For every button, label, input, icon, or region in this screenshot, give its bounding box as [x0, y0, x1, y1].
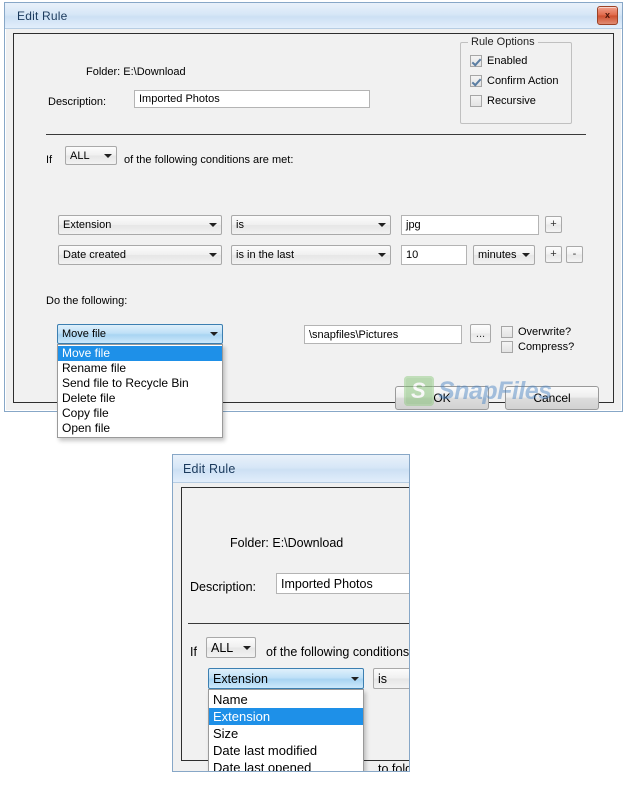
description-label: Description: — [48, 96, 107, 108]
detail-operator-value: is — [378, 671, 388, 686]
checkbox-overwrite-box — [501, 326, 513, 338]
action-option-send-to-recycle-bin[interactable]: Send file to Recycle Bin — [58, 376, 222, 391]
folder-label: Folder: E:\Download — [86, 66, 186, 78]
checkbox-confirm-action-box — [470, 75, 482, 87]
condition-1-operator-value: is — [236, 219, 244, 231]
condition-1-field-combobox[interactable]: Extension — [58, 215, 222, 235]
ok-button[interactable]: OK — [395, 386, 489, 410]
detail-description-input[interactable]: Imported Photos — [276, 573, 409, 594]
action-option-delete-file[interactable]: Delete file — [58, 391, 222, 406]
checkbox-recursive[interactable]: Recursive — [470, 95, 536, 107]
detail-to-folder-label: to folde — [378, 762, 409, 772]
checkbox-recursive-box — [470, 95, 482, 107]
checkbox-confirm-action[interactable]: Confirm Action — [470, 75, 559, 87]
section-separator — [46, 134, 586, 135]
detail-description-input-value: Imported Photos — [281, 576, 373, 591]
detail-if-label: If — [190, 645, 197, 659]
chevron-down-icon — [522, 253, 530, 257]
cancel-button[interactable]: Cancel — [505, 386, 599, 410]
checkbox-enabled-box — [470, 55, 482, 67]
condition-2-field-combobox[interactable]: Date created — [58, 245, 222, 265]
main-titlebar[interactable]: Edit Rule x — [5, 3, 622, 29]
match-type-value: ALL — [70, 149, 90, 162]
detail-field-option-size[interactable]: Size — [209, 725, 363, 742]
condition-2-value: 10 — [406, 249, 419, 261]
action-combobox-value: Move file — [62, 328, 107, 340]
checkbox-compress-label: Compress? — [518, 341, 575, 353]
condition-2-value-input[interactable]: 10 — [401, 245, 467, 265]
detail-match-type-value: ALL — [211, 640, 234, 655]
chevron-down-icon — [378, 223, 386, 227]
condition-2-add-button[interactable]: + — [545, 246, 562, 263]
chevron-down-icon — [209, 223, 217, 227]
detail-field-option-date-last-modified[interactable]: Date last modified — [209, 742, 363, 759]
condition-1-value-input[interactable]: jpg — [401, 215, 539, 235]
action-dropdown-list[interactable]: Move file Rename file Send file to Recyc… — [57, 344, 223, 438]
condition-2-unit-value: minutes — [478, 249, 517, 261]
rule-options-legend: Rule Options — [468, 36, 538, 48]
checkbox-compress-box — [501, 341, 513, 353]
close-icon-glyph: x — [604, 10, 610, 20]
detail-titlebar[interactable]: Edit Rule — [173, 455, 409, 483]
detail-client-area: Folder: E:\Download Description: Importe… — [181, 487, 410, 771]
detail-field-option-extension[interactable]: Extension — [209, 708, 363, 725]
edit-rule-dialog: Edit Rule x Folder: E:\Download Descript… — [4, 2, 623, 438]
chevron-down-icon — [351, 676, 359, 681]
checkbox-confirm-action-label: Confirm Action — [487, 75, 559, 87]
detail-conditions-suffix-label: of the following conditions are — [266, 645, 410, 659]
chevron-down-icon — [243, 645, 251, 650]
action-option-move-file[interactable]: Move file — [58, 346, 222, 361]
detail-field-dropdown-list[interactable]: Name Extension Size Date last modified D… — [208, 689, 364, 771]
detail-window-title: Edit Rule — [183, 461, 236, 476]
condition-2-remove-button[interactable]: - — [566, 246, 583, 263]
edit-rule-dialog-detail: Edit Rule Folder: E:\Download Descriptio… — [172, 454, 410, 772]
condition-1-operator-combobox[interactable]: is — [231, 215, 391, 235]
chevron-down-icon — [210, 332, 218, 336]
description-input-value: Imported Photos — [139, 93, 220, 105]
detail-field-option-date-last-opened[interactable]: Date last opened — [209, 759, 363, 771]
action-option-rename-file[interactable]: Rename file — [58, 361, 222, 376]
main-window-title: Edit Rule — [17, 8, 68, 23]
chevron-down-icon — [104, 153, 112, 158]
checkbox-enabled[interactable]: Enabled — [470, 55, 527, 67]
condition-2-field-value: Date created — [63, 249, 126, 261]
close-icon[interactable]: x — [597, 6, 618, 25]
action-combobox[interactable]: Move file — [57, 324, 223, 344]
chevron-down-icon — [378, 253, 386, 257]
action-option-copy-file[interactable]: Copy file — [58, 406, 222, 421]
target-path-input[interactable]: \snapfiles\Pictures — [304, 325, 462, 344]
description-input[interactable]: Imported Photos — [134, 90, 370, 108]
if-label: If — [46, 154, 53, 166]
detail-field-combobox[interactable]: Extension — [208, 668, 364, 689]
match-type-combobox[interactable]: ALL — [65, 146, 117, 165]
detail-match-type-combobox[interactable]: ALL — [206, 637, 256, 658]
condition-1-field-value: Extension — [63, 219, 112, 231]
checkbox-recursive-label: Recursive — [487, 95, 536, 107]
condition-1-value: jpg — [406, 219, 421, 231]
detail-operator-combobox[interactable]: is — [373, 668, 409, 689]
detail-folder-label: Folder: E:\Download — [230, 536, 344, 550]
checkbox-overwrite[interactable]: Overwrite? — [501, 326, 571, 338]
action-option-open-file[interactable]: Open file — [58, 421, 222, 436]
checkbox-enabled-label: Enabled — [487, 55, 528, 67]
target-path-value: \snapfiles\Pictures — [309, 328, 399, 341]
condition-2-operator-combobox[interactable]: is in the last — [231, 245, 391, 265]
condition-1-add-button[interactable]: + — [545, 216, 562, 233]
chevron-down-icon — [209, 253, 217, 257]
detail-field-combobox-value: Extension — [213, 671, 268, 686]
condition-2-unit-combobox[interactable]: minutes — [473, 245, 535, 265]
rule-options-group: Rule Options Enabled Confirm Action Recu… — [460, 36, 572, 124]
main-client-area: Folder: E:\Download Description: Importe… — [13, 33, 614, 438]
detail-field-option-name[interactable]: Name — [209, 691, 363, 708]
checkbox-overwrite-label: Overwrite? — [518, 326, 572, 338]
detail-description-label: Description: — [190, 580, 256, 594]
condition-2-operator-value: is in the last — [236, 249, 295, 261]
detail-section-separator — [188, 623, 409, 624]
browse-folder-button[interactable]: ... — [470, 324, 491, 343]
conditions-suffix-label: of the following conditions are met: — [124, 154, 294, 166]
checkbox-compress[interactable]: Compress? — [501, 341, 574, 353]
action-heading: Do the following: — [46, 295, 128, 307]
